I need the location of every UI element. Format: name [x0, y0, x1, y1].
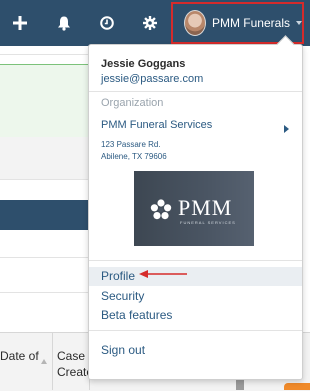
sign-out-button[interactable]: Sign out [89, 341, 302, 360]
clock-icon[interactable] [96, 12, 118, 34]
plus-icon[interactable] [9, 12, 31, 34]
organization-name: PMM Funeral Services [101, 119, 213, 131]
top-navigation-bar: PMM Funerals [0, 0, 310, 46]
user-email: jessie@passare.com [101, 73, 204, 85]
account-dropdown: Jessie Goggans jessie@passare.com Organi… [88, 35, 303, 380]
chevron-right-icon [284, 125, 289, 133]
organization-logo: PMM FUNERAL SERVICES [134, 171, 254, 246]
flower-icon [150, 199, 172, 220]
bell-icon[interactable] [53, 12, 75, 34]
divider [89, 330, 302, 331]
chevron-down-icon [296, 21, 302, 25]
user-name: Jessie Goggans [101, 58, 186, 70]
logo-subtext: FUNERAL SERVICES [180, 220, 236, 225]
menu-item-profile[interactable]: Profile [89, 267, 302, 286]
menu-item-security[interactable]: Security [89, 287, 302, 306]
annotation-arrow-icon [139, 270, 187, 278]
column-date-of[interactable]: Date of [0, 349, 39, 363]
sign-out-label: Sign out [101, 343, 146, 357]
sort-icon[interactable] [41, 359, 47, 364]
divider [0, 179, 90, 180]
avatar [184, 10, 206, 36]
divider [0, 292, 90, 293]
column-case-created[interactable]: Case [57, 349, 85, 363]
address-line-1: 123 Passare Rd. [101, 140, 161, 149]
divider [0, 257, 90, 258]
table-title-bar [0, 200, 90, 230]
menu-item-label: Profile [101, 269, 136, 283]
address-line-2: Abilene, TX 79606 [101, 152, 167, 161]
divider [0, 54, 90, 55]
menu-item-beta-features[interactable]: Beta features [89, 306, 302, 325]
divider [89, 91, 302, 92]
organization-switcher[interactable]: PMM Funeral Services [89, 117, 302, 139]
notice-panel [0, 64, 90, 138]
gear-icon[interactable] [139, 12, 161, 34]
account-name: PMM Funerals [211, 16, 290, 30]
divider [89, 260, 302, 261]
filter-strip [0, 137, 90, 179]
menu-item-label: Security [101, 289, 145, 303]
menu-item-label: Beta features [101, 308, 173, 322]
section-label-organization: Organization [101, 97, 164, 109]
help-tab[interactable] [284, 383, 310, 390]
column-divider [52, 332, 53, 390]
logo-text: PMM [178, 195, 233, 220]
